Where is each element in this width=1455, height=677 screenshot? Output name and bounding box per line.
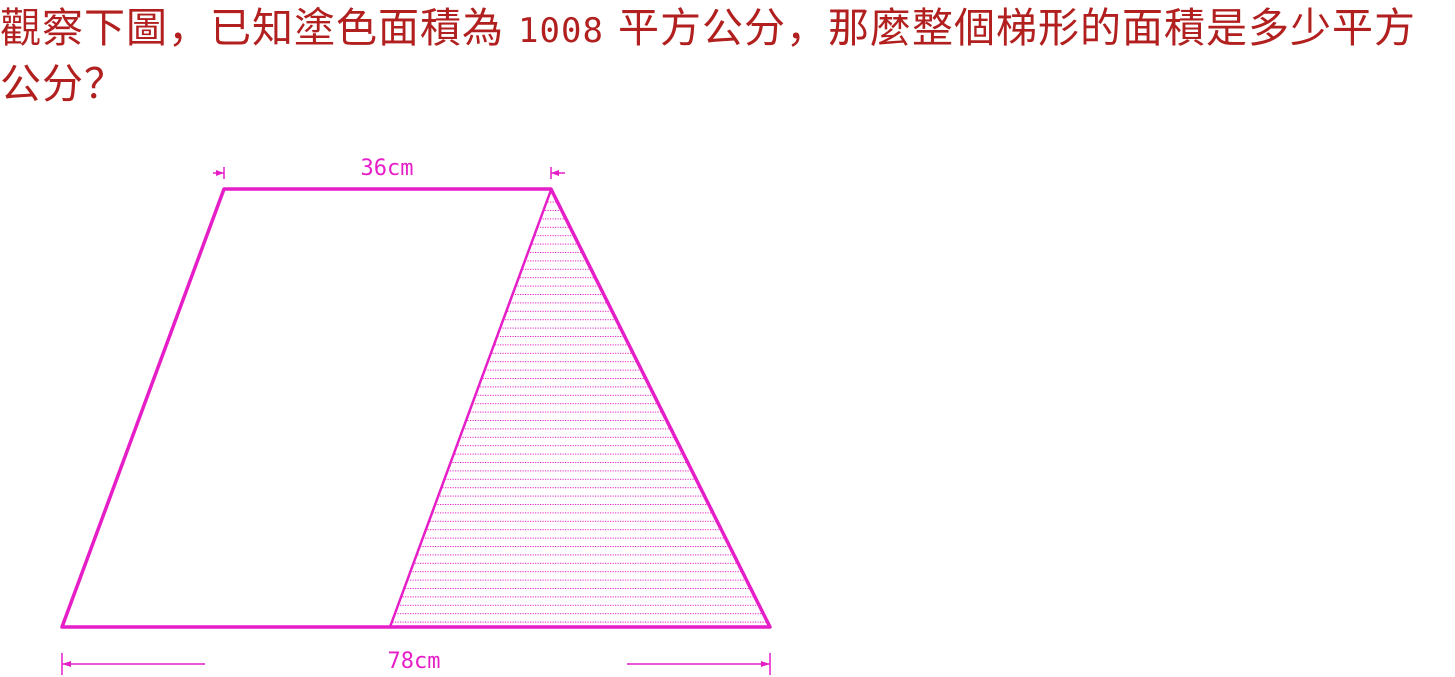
trapezoid-figure: 36cm 78cm xyxy=(60,156,772,675)
shaded-triangle xyxy=(390,190,770,627)
top-base-label: 36cm xyxy=(361,156,414,181)
bottom-base-label: 78cm xyxy=(388,649,441,674)
